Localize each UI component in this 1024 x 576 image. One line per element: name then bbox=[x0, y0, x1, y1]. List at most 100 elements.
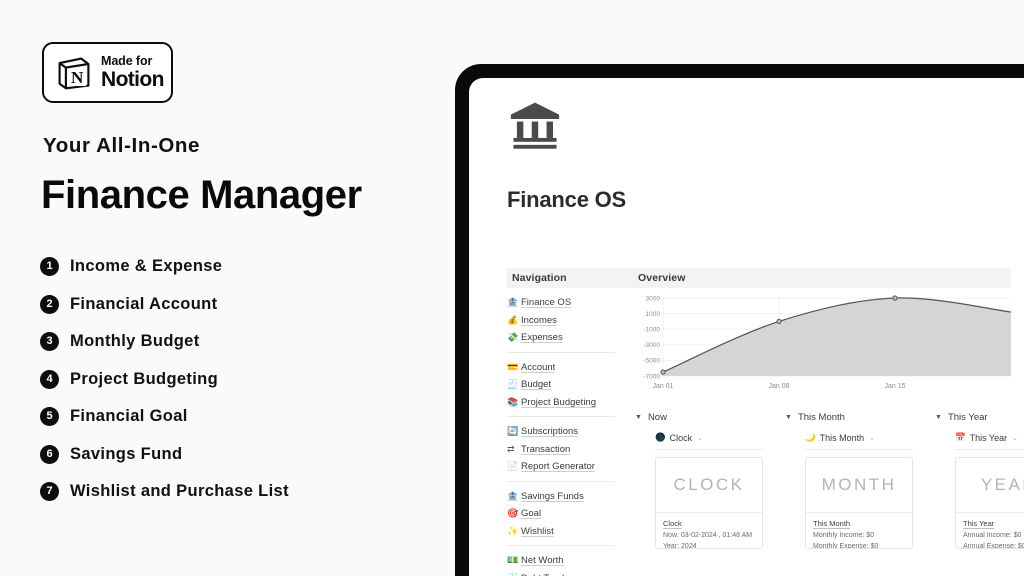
card-title[interactable]: Clock bbox=[663, 519, 755, 528]
sidebar-item-debt-tracker[interactable]: 🧾Debt Tracker bbox=[507, 570, 615, 576]
overview-column: Overview 3000 1000 -1000 -3000 -5000 -7000 Ja… bbox=[615, 268, 1024, 576]
promo-eyebrow: Your All-In-One bbox=[43, 134, 201, 157]
goal-icon: 🎯 bbox=[507, 508, 519, 519]
feature-number-badge: 5 bbox=[40, 407, 59, 427]
feature-number-badge: 1 bbox=[40, 257, 59, 277]
sidebar-item-wishlist[interactable]: ✨ Wishlist bbox=[507, 523, 615, 541]
card-meta: This Year Annual Income: $0 Annual Expense… bbox=[956, 513, 1024, 548]
subscriptions-icon: 🔄 bbox=[507, 426, 519, 437]
chevron-down-icon[interactable]: ▼ bbox=[635, 414, 642, 421]
toggle-header[interactable]: ▼ This Month bbox=[785, 412, 935, 423]
savings-funds-icon: 🏦 bbox=[507, 490, 519, 501]
card-meta: Clock Now: 03-02-2024 , 01:48 AM Year: 202… bbox=[656, 513, 762, 549]
card-sub-label: This Year bbox=[969, 432, 1008, 443]
overview-header: Overview bbox=[633, 268, 1011, 288]
feature-item: 3 Monthly Budget bbox=[40, 323, 440, 361]
chart-y-tick-label: -1000 bbox=[643, 327, 660, 334]
sidebar-item-label: Savings Funds bbox=[521, 490, 584, 502]
feature-item: 1 Income & Expense bbox=[40, 248, 440, 286]
navigation-group: 💵Net Worth🧾Debt Tracker📈Investment bbox=[507, 546, 615, 576]
card-sub-header[interactable]: 🌙 This Month ⌄ bbox=[805, 432, 935, 443]
feature-item: 5 Financial Goal bbox=[40, 398, 440, 436]
sidebar-item-goal[interactable]: 🎯 Goal bbox=[507, 505, 615, 523]
chevron-down-icon[interactable]: ⌄ bbox=[697, 434, 703, 442]
chart-data-point[interactable] bbox=[776, 318, 782, 324]
sidebar-item-transaction[interactable]: ⇄ Transaction bbox=[507, 441, 615, 459]
sidebar-item-project-budgeting[interactable]: 📚 Project Budgeting bbox=[507, 394, 615, 412]
chevron-down-icon[interactable]: ▼ bbox=[785, 414, 792, 421]
card-banner-text: YEAR bbox=[956, 458, 1024, 513]
made-for-notion-badge: N Made for Notion bbox=[42, 42, 173, 103]
chart-x-tick-label: Jan 08 bbox=[768, 383, 789, 390]
feature-item: 2 Financial Account bbox=[40, 286, 440, 324]
navigation-group: 🔄 Subscriptions ⇄ Transaction 📄 Report Genera… bbox=[507, 417, 615, 482]
chevron-down-icon[interactable]: ▼ bbox=[935, 414, 942, 421]
feature-number-badge: 6 bbox=[40, 444, 59, 464]
wishlist-icon: ✨ bbox=[507, 525, 519, 536]
project-budgeting-icon: 📚 bbox=[507, 396, 519, 407]
feature-item: 4 Project Budgeting bbox=[40, 361, 440, 399]
navigation-group: 🏦 Finance OS 💰 Incomes 💸 Expenses bbox=[507, 288, 615, 353]
budget-icon: 🧾 bbox=[507, 379, 519, 390]
preview-card[interactable]: CLOCK Clock Now: 03-02-2024 , 01:48 AM Year… bbox=[655, 457, 763, 549]
card-sub-header[interactable]: 🌑 Clock ⌄ bbox=[655, 432, 785, 443]
chart-x-tick-label: Jan 15 bbox=[884, 383, 905, 390]
card-sub-label: Clock bbox=[669, 432, 693, 443]
preview-card[interactable]: YEAR This Year Annual Income: $0 Annual Exp… bbox=[955, 457, 1024, 549]
chart-data-point[interactable] bbox=[660, 369, 666, 375]
feature-label: Monthly Budget bbox=[70, 332, 200, 351]
card-meta: This Month Monthly Income: $0 Monthly Expe… bbox=[806, 513, 912, 548]
divider bbox=[805, 449, 913, 450]
transaction-icon: ⇄ bbox=[507, 443, 515, 454]
sidebar-item-subscriptions[interactable]: 🔄 Subscriptions bbox=[507, 423, 615, 441]
tablet-screen: Finance OS Navigation 🏦 Finance OS 💰 Income… bbox=[469, 78, 1024, 576]
tablet-frame: Finance OS Navigation 🏦 Finance OS 💰 Income… bbox=[455, 64, 1024, 576]
summary-card-column: ▼ This Month 🌙 This Month ⌄ MONTH This Month Mo… bbox=[785, 412, 935, 549]
report-generator-icon: 📄 bbox=[507, 461, 519, 472]
notion-brand-label: Notion bbox=[101, 67, 164, 91]
net-worth-icon: 💵 bbox=[507, 555, 519, 566]
card-detail-line: Year: 2024 bbox=[663, 543, 697, 549]
chart-y-tick-label: -7000 bbox=[643, 373, 660, 380]
sidebar-item-label: Account bbox=[521, 361, 556, 373]
feature-label: Income & Expense bbox=[70, 257, 223, 276]
sidebar-item-savings-funds[interactable]: 🏦 Savings Funds bbox=[507, 488, 615, 506]
chart-y-tick-label: 3000 bbox=[646, 295, 661, 302]
toggle-label: Now bbox=[647, 412, 667, 423]
card-detail-line: Monthly Income: $0 bbox=[813, 532, 875, 539]
sidebar-item-label: Expenses bbox=[521, 332, 563, 344]
sidebar-item-account[interactable]: 💳 Account bbox=[507, 359, 615, 377]
toggle-header[interactable]: ▼ Now bbox=[635, 412, 785, 423]
navigation-group: 🏦 Savings Funds 🎯 Goal ✨ Wishlist bbox=[507, 482, 615, 546]
card-title[interactable]: This Year bbox=[963, 519, 1024, 528]
feature-label: Financial Goal bbox=[70, 407, 188, 426]
divider bbox=[955, 449, 1024, 450]
feature-number-badge: 2 bbox=[40, 294, 59, 314]
chevron-down-icon[interactable]: ⌄ bbox=[1012, 434, 1018, 442]
sidebar-item-net-worth[interactable]: 💵 Net Worth bbox=[507, 552, 615, 570]
sidebar-item-expenses[interactable]: 💸 Expenses bbox=[507, 329, 615, 347]
card-detail-line: Annual Income: $0 bbox=[963, 532, 1022, 539]
card-sub-header[interactable]: 📅 This Year ⌄ bbox=[955, 432, 1024, 443]
preview-card[interactable]: MONTH This Month Monthly Income: $0 Monthly… bbox=[805, 457, 913, 549]
notion-cube-icon: N bbox=[58, 57, 90, 89]
sidebar-item-report-generator[interactable]: 📄 Report Generator bbox=[507, 458, 615, 476]
navigation-group: 💳 Account 🧾 Budget 📚 Project Budgeting bbox=[507, 353, 615, 417]
toggle-label: This Year bbox=[947, 412, 988, 423]
notion-body: Navigation 🏦 Finance OS 💰 Incomes 💸 Expenses 💳… bbox=[469, 268, 1024, 576]
sidebar-item-label: Transaction bbox=[521, 443, 571, 455]
feature-label: Project Budgeting bbox=[70, 369, 219, 388]
sidebar-item-incomes[interactable]: 💰 Incomes bbox=[507, 312, 615, 330]
sidebar-item-budget[interactable]: 🧾 Budget bbox=[507, 376, 615, 394]
overview-area-chart: 30001000-1000-3000-5000-7000 Jan 01 Jan 0… bbox=[643, 295, 1011, 390]
sidebar-item-label: Net Worth bbox=[521, 555, 564, 567]
chevron-down-icon[interactable]: ⌄ bbox=[869, 434, 875, 442]
feature-label: Wishlist and Purchase List bbox=[70, 482, 289, 501]
card-title[interactable]: This Month bbox=[813, 519, 905, 528]
divider bbox=[655, 449, 763, 450]
chart-data-point[interactable] bbox=[892, 295, 898, 301]
crescent-moon-icon: 🌙 bbox=[805, 432, 816, 442]
badge-text-block: Made for Notion bbox=[101, 55, 164, 90]
sidebar-item-finance-os[interactable]: 🏦 Finance OS bbox=[507, 294, 615, 312]
toggle-header[interactable]: ▼ This Year bbox=[935, 412, 1024, 423]
